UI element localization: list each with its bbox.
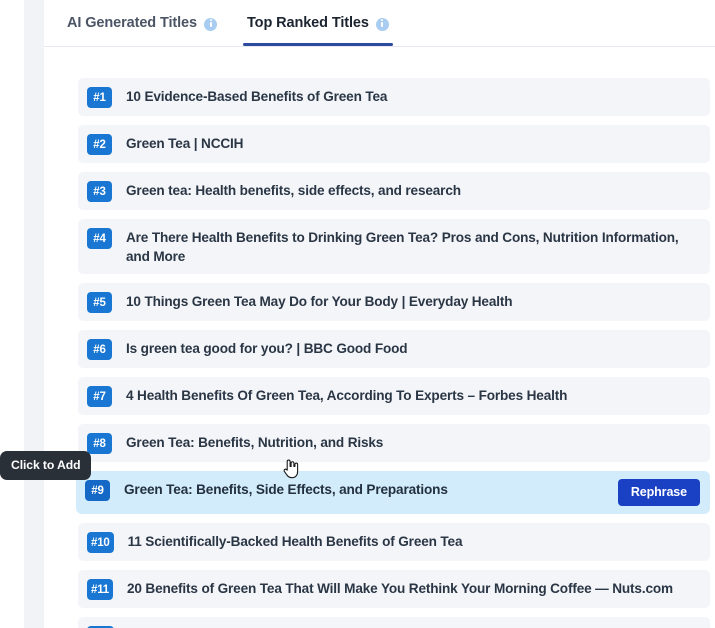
title-text: 4 Health Benefits Of Green Tea, Accordin… xyxy=(126,388,568,403)
title-row[interactable]: #12Green Tea Benefits, Nutrition and How… xyxy=(78,617,710,628)
title-text: 10 Things Green Tea May Do for Your Body… xyxy=(126,294,513,309)
title-text: Green Tea: Benefits, Nutrition, and Risk… xyxy=(126,435,384,450)
title-text: Green Tea: Benefits, Side Effects, and P… xyxy=(124,482,448,497)
info-icon[interactable] xyxy=(204,17,217,31)
tab-ai-generated-titles[interactable]: AI Generated Titles xyxy=(52,0,232,46)
title-row[interactable]: #10 11 Scientifically-Backed Health Benef… xyxy=(78,523,710,561)
rank-badge: #3 xyxy=(87,181,112,202)
rank-badge: #2 xyxy=(87,134,112,155)
rank-badge: #11 xyxy=(87,579,113,600)
tab-top-ranked-titles[interactable]: Top Ranked Titles xyxy=(232,0,404,46)
rank-badge: #1 xyxy=(87,87,112,108)
rephrase-button[interactable]: Rephrase xyxy=(617,479,700,506)
rank-badge: #9 xyxy=(85,480,110,501)
title-text: Green tea: Health benefits, side effects… xyxy=(126,183,461,198)
title-row[interactable]: #7 4 Health Benefits Of Green Tea, Accord… xyxy=(78,377,710,415)
title-row[interactable]: #3 Green tea: Health benefits, side effec… xyxy=(78,172,710,210)
title-row[interactable]: #6 Is green tea good for you? | BBC Good … xyxy=(78,330,710,368)
title-text: 10 Evidence-Based Benefits of Green Tea xyxy=(126,89,388,104)
title-text: Is green tea good for you? | BBC Good Fo… xyxy=(126,341,408,356)
info-icon[interactable] xyxy=(375,17,389,31)
title-row[interactable]: #8 Green Tea: Benefits, Nutrition, and Ri… xyxy=(78,424,710,462)
app-root: AI Generated Titles Top Ranked Titles #1… xyxy=(0,0,715,628)
rank-badge: #5 xyxy=(87,292,112,313)
rank-badge: #4 xyxy=(87,228,112,249)
title-text: 20 Benefits of Green Tea That Will Make … xyxy=(126,581,673,596)
click-to-add-tooltip: Click to Add xyxy=(0,451,92,480)
ranked-titles-list: #1 10 Evidence-Based Benefits of Green Te… xyxy=(44,47,715,628)
left-gray-rail xyxy=(24,0,44,628)
title-row[interactable]: #5 10 Things Green Tea May Do for Your Bo… xyxy=(78,283,710,321)
tab-top-ranked-titles-label: Top Ranked Titles xyxy=(247,15,369,31)
active-tab-underline xyxy=(243,43,393,46)
tab-ai-generated-titles-label: AI Generated Titles xyxy=(67,15,197,31)
title-row[interactable]: #4 Are There Health Benefits to Drinking … xyxy=(78,219,710,274)
title-row[interactable]: #11 20 Benefits of Green Tea That Will Ma… xyxy=(78,570,710,608)
rank-badge: #7 xyxy=(87,386,112,407)
titles-panel: AI Generated Titles Top Ranked Titles #1… xyxy=(44,0,715,628)
title-text: 11 Scientifically-Backed Health Benefits… xyxy=(127,534,463,549)
title-row[interactable]: #9 Green Tea: Benefits, Side Effects, and… xyxy=(76,471,710,514)
rank-badge: #6 xyxy=(87,339,112,360)
rank-badge: #8 xyxy=(87,433,112,454)
tab-bar: AI Generated Titles Top Ranked Titles xyxy=(44,0,715,47)
rank-badge: #10 xyxy=(87,532,114,553)
title-text: Green Tea | NCCIH xyxy=(126,136,244,151)
title-row[interactable]: #1 10 Evidence-Based Benefits of Green Te… xyxy=(78,78,710,116)
title-text: Are There Health Benefits to Drinking Gr… xyxy=(126,230,679,264)
left-outer-rail xyxy=(0,0,24,628)
title-row[interactable]: #2 Green Tea | NCCIH xyxy=(78,125,710,163)
